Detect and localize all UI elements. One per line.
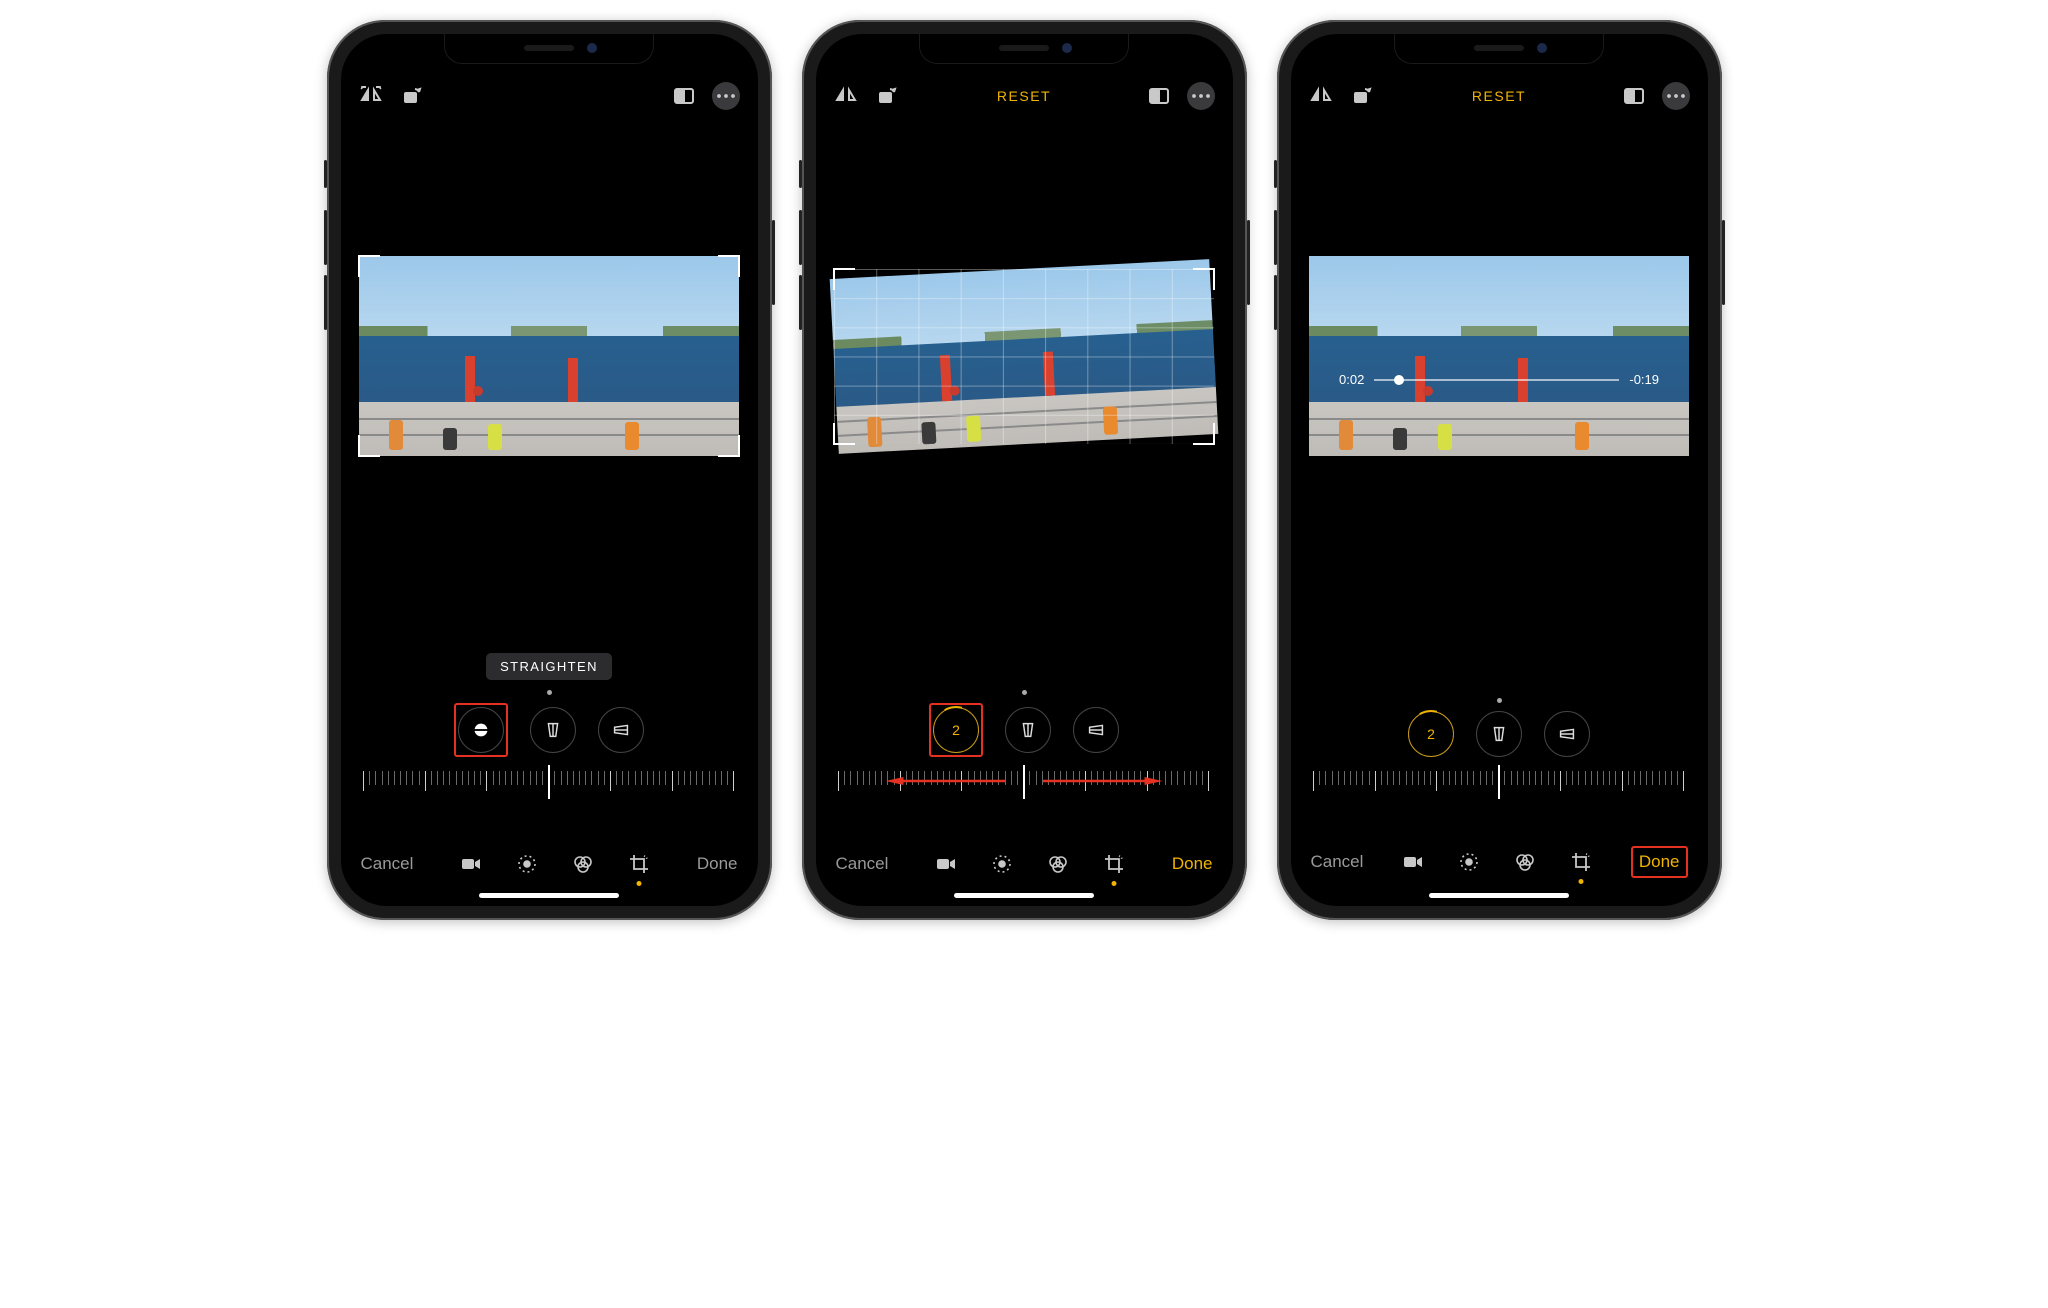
rotate-icon[interactable] xyxy=(399,84,423,108)
notch xyxy=(1394,34,1604,64)
notch xyxy=(444,34,654,64)
reset-button[interactable]: RESET xyxy=(1472,88,1526,104)
video-scrubber[interactable]: 0:02 -0:19 xyxy=(1339,372,1659,387)
more-icon[interactable] xyxy=(712,82,740,110)
dial-center-marker xyxy=(548,765,550,799)
editor-topbar: RESET xyxy=(816,76,1233,116)
center-indicator-dot xyxy=(1022,690,1027,695)
video-mode-icon[interactable] xyxy=(1399,848,1427,876)
scrub-remaining-time: -0:19 xyxy=(1629,372,1659,387)
scrub-playhead[interactable] xyxy=(1394,375,1404,385)
screen: RESET xyxy=(816,34,1233,906)
scrub-track[interactable] xyxy=(1374,379,1619,381)
aspect-icon[interactable] xyxy=(1147,84,1171,108)
straighten-tool-button[interactable] xyxy=(458,707,504,753)
editor-bottombar: Cancel Done xyxy=(341,850,758,878)
phone-frame: RESET xyxy=(802,20,1247,920)
editor-bottombar: Cancel Done xyxy=(816,850,1233,878)
tutorial-highlight: 2 xyxy=(929,703,983,757)
filters-mode-icon[interactable] xyxy=(1044,850,1072,878)
done-button[interactable]: Done xyxy=(697,854,738,874)
more-icon[interactable] xyxy=(1662,82,1690,110)
center-indicator-dot xyxy=(1497,698,1502,703)
phone-frame: RESET 0:02 xyxy=(1277,20,1722,920)
photo-preview[interactable] xyxy=(341,236,758,476)
cancel-button[interactable]: Cancel xyxy=(361,854,414,874)
center-indicator-dot xyxy=(547,690,552,695)
done-button[interactable]: Done xyxy=(1172,854,1213,874)
photo-preview[interactable]: 0:02 -0:19 xyxy=(1291,236,1708,476)
notch xyxy=(919,34,1129,64)
vertical-perspective-tool-button[interactable] xyxy=(1005,707,1051,753)
crop-mode-icon[interactable] xyxy=(1567,848,1595,876)
aspect-icon[interactable] xyxy=(672,84,696,108)
reset-button[interactable]: RESET xyxy=(997,88,1051,104)
editor-topbar: RESET xyxy=(1291,76,1708,116)
more-icon[interactable] xyxy=(1187,82,1215,110)
tutorial-highlight: Done xyxy=(1631,846,1688,878)
adjust-mode-icon[interactable] xyxy=(1455,848,1483,876)
dial-center-marker xyxy=(1023,765,1025,799)
filters-mode-icon[interactable] xyxy=(569,850,597,878)
home-indicator xyxy=(954,893,1094,898)
tutorial-highlight xyxy=(454,703,508,757)
done-button[interactable]: Done xyxy=(1635,852,1684,871)
crop-mode-icon[interactable] xyxy=(625,850,653,878)
home-indicator xyxy=(479,893,619,898)
rotate-icon[interactable] xyxy=(1349,84,1373,108)
aspect-icon[interactable] xyxy=(1622,84,1646,108)
vertical-perspective-tool-button[interactable] xyxy=(530,707,576,753)
video-mode-icon[interactable] xyxy=(457,850,485,878)
cancel-button[interactable]: Cancel xyxy=(1311,852,1364,872)
adjustment-label: STRAIGHTEN xyxy=(486,653,612,680)
straighten-tool-button[interactable]: 2 xyxy=(933,707,979,753)
horizontal-perspective-tool-button[interactable] xyxy=(1073,707,1119,753)
phone-frame: STRAIGHTEN Cancel xyxy=(327,20,772,920)
cancel-button[interactable]: Cancel xyxy=(836,854,889,874)
vertical-perspective-tool-button[interactable] xyxy=(1476,711,1522,757)
scrub-current-time: 0:02 xyxy=(1339,372,1364,387)
crop-mode-icon[interactable] xyxy=(1100,850,1128,878)
rotate-icon[interactable] xyxy=(874,84,898,108)
adjust-mode-icon[interactable] xyxy=(988,850,1016,878)
flip-horizontal-icon[interactable] xyxy=(359,84,383,108)
home-indicator xyxy=(1429,893,1569,898)
screen: STRAIGHTEN Cancel xyxy=(341,34,758,906)
flip-horizontal-icon[interactable] xyxy=(834,84,858,108)
filters-mode-icon[interactable] xyxy=(1511,848,1539,876)
horizontal-perspective-tool-button[interactable] xyxy=(598,707,644,753)
dial-center-marker xyxy=(1498,765,1500,799)
crop-grid xyxy=(834,269,1214,444)
editor-topbar xyxy=(341,76,758,116)
video-mode-icon[interactable] xyxy=(932,850,960,878)
editor-bottombar: Cancel Done xyxy=(1291,846,1708,878)
adjust-mode-icon[interactable] xyxy=(513,850,541,878)
horizontal-perspective-tool-button[interactable] xyxy=(1544,711,1590,757)
straighten-tool-button[interactable]: 2 xyxy=(1408,711,1454,757)
photo-preview[interactable] xyxy=(816,236,1233,476)
screen: RESET 0:02 xyxy=(1291,34,1708,906)
flip-horizontal-icon[interactable] xyxy=(1309,84,1333,108)
